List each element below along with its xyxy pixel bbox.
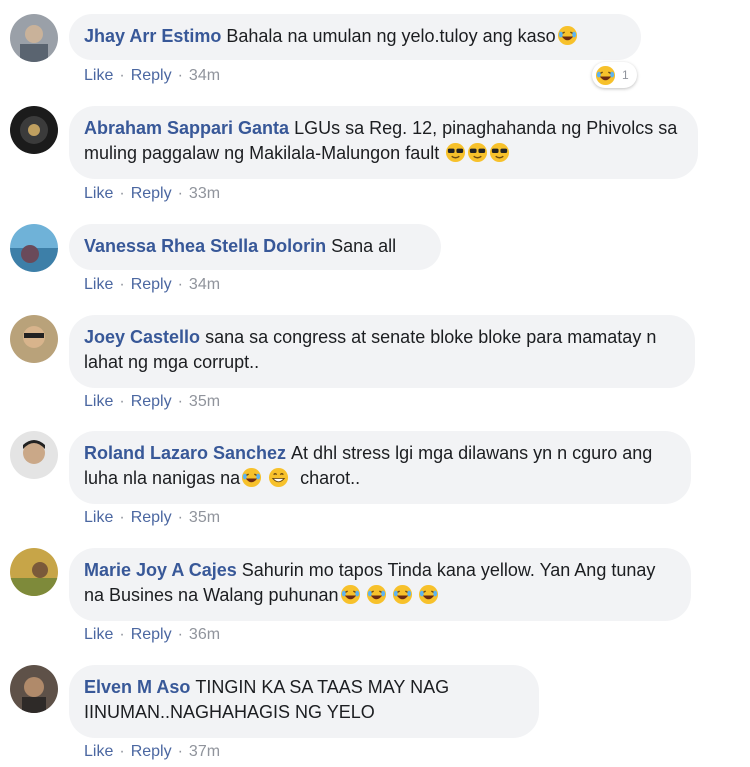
avatar[interactable]: [10, 224, 58, 272]
comment-text-suffix: charot..: [300, 468, 361, 488]
reply-button[interactable]: Reply: [131, 185, 172, 202]
comment-author[interactable]: Abraham Sappari Ganta: [84, 118, 289, 138]
sunglasses-emoji-icon: [445, 142, 466, 163]
reply-button[interactable]: Reply: [131, 276, 172, 293]
avatar[interactable]: [10, 431, 58, 479]
separator: ·: [177, 67, 183, 84]
separator: ·: [119, 743, 125, 760]
sunglasses-emoji-icon: [489, 142, 510, 163]
comment-time[interactable]: 35m: [189, 393, 220, 410]
laughing-crying-emoji-icon: [595, 65, 616, 86]
separator: ·: [177, 393, 183, 410]
reply-button[interactable]: Reply: [131, 67, 172, 84]
laughing-crying-emoji-icon: [366, 584, 387, 605]
separator: ·: [119, 276, 125, 293]
comment-time[interactable]: 33m: [189, 185, 220, 202]
laughing-crying-emoji-icon: [418, 584, 439, 605]
reply-button[interactable]: Reply: [131, 393, 172, 410]
separator: ·: [119, 626, 125, 643]
comment-author[interactable]: Marie Joy A Cajes: [84, 560, 237, 580]
comment-author[interactable]: Roland Lazaro Sanchez: [84, 443, 286, 463]
laughing-crying-emoji-icon: [392, 584, 413, 605]
comment-bubble: Vanessa Rhea Stella Dolorin Sana all: [69, 224, 441, 270]
reply-button[interactable]: Reply: [131, 509, 172, 526]
comment-bubble: Marie Joy A Cajes Sahurin mo tapos Tinda …: [69, 548, 691, 621]
comment-time[interactable]: 35m: [189, 509, 220, 526]
comment-bubble: Joey Castello sana sa congress at senate …: [69, 315, 695, 388]
like-button[interactable]: Like: [84, 509, 113, 526]
separator: ·: [177, 185, 183, 202]
reply-button[interactable]: Reply: [131, 743, 172, 760]
separator: ·: [177, 276, 183, 293]
comment-time[interactable]: 36m: [189, 626, 220, 643]
avatar[interactable]: [10, 548, 58, 596]
like-button[interactable]: Like: [84, 185, 113, 202]
comment-bubble: Elven M Aso TINGIN KA SA TAAS MAY NAG IIN…: [69, 665, 539, 738]
comment-actions: Like · Reply · 37m: [84, 742, 220, 762]
comment-author[interactable]: Joey Castello: [84, 327, 200, 347]
separator: ·: [177, 509, 183, 526]
like-button[interactable]: Like: [84, 626, 113, 643]
separator: ·: [177, 743, 183, 760]
comment-author[interactable]: Elven M Aso: [84, 677, 190, 697]
separator: ·: [119, 509, 125, 526]
comment-actions: Like · Reply · 34m: [84, 275, 220, 295]
reply-button[interactable]: Reply: [131, 626, 172, 643]
laughing-crying-emoji-icon: [340, 584, 361, 605]
separator: ·: [119, 185, 125, 202]
comment-time[interactable]: 34m: [189, 276, 220, 293]
comment-bubble: Jhay Arr Estimo Bahala na umulan ng yelo.…: [69, 14, 641, 60]
reaction-count[interactable]: 1: [592, 62, 637, 88]
comment-author[interactable]: Vanessa Rhea Stella Dolorin: [84, 236, 326, 256]
comment-actions: Like · Reply · 33m: [84, 184, 220, 204]
comment-author[interactable]: Jhay Arr Estimo: [84, 26, 221, 46]
separator: ·: [177, 626, 183, 643]
avatar[interactable]: [10, 14, 58, 62]
like-button[interactable]: Like: [84, 743, 113, 760]
comment-actions: Like · Reply · 35m: [84, 508, 220, 528]
sunglasses-emoji-icon: [467, 142, 488, 163]
grinning-emoji-icon: [268, 467, 289, 488]
like-button[interactable]: Like: [84, 393, 113, 410]
avatar[interactable]: [10, 315, 58, 363]
separator: ·: [119, 393, 125, 410]
comment-bubble: Abraham Sappari Ganta LGUs sa Reg. 12, pi…: [69, 106, 698, 179]
like-button[interactable]: Like: [84, 276, 113, 293]
laughing-crying-emoji-icon: [557, 25, 578, 46]
comment-bubble: Roland Lazaro Sanchez At dhl stress lgi m…: [69, 431, 691, 504]
avatar[interactable]: [10, 106, 58, 154]
comment-time[interactable]: 37m: [189, 743, 220, 760]
avatar[interactable]: [10, 665, 58, 713]
laughing-crying-emoji-icon: [241, 467, 262, 488]
comment-actions: Like · Reply · 34m: [84, 66, 220, 86]
separator: ·: [119, 67, 125, 84]
comment-actions: Like · Reply · 36m: [84, 625, 220, 645]
comment-actions: Like · Reply · 35m: [84, 392, 220, 412]
comment-text: Bahala na umulan ng yelo.tuloy ang kaso: [226, 26, 556, 46]
comment-text: Sana all: [331, 236, 397, 256]
comments-feed: Jhay Arr Estimo Bahala na umulan ng yelo.…: [0, 0, 750, 767]
comment-time[interactable]: 34m: [189, 67, 220, 84]
reaction-count-label: 1: [622, 68, 629, 82]
like-button[interactable]: Like: [84, 67, 113, 84]
